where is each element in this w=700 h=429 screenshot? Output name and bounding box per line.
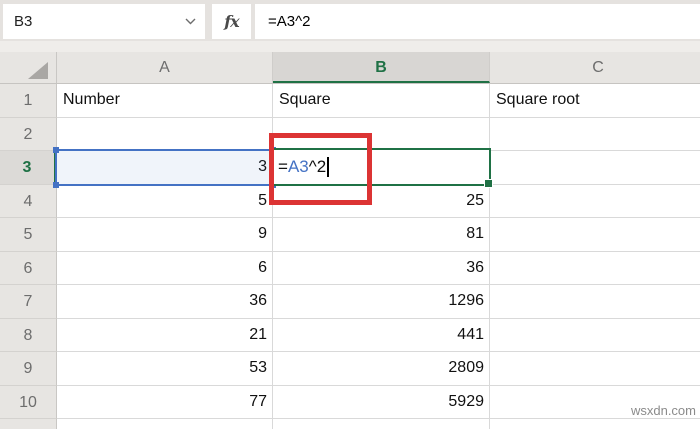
insert-function-button[interactable]: fx (212, 4, 251, 39)
row-header-6[interactable]: 6 (0, 252, 57, 286)
table-row: 5981 (0, 218, 700, 252)
cell-b5[interactable]: 81 (273, 218, 490, 252)
annotation-red-box (269, 133, 372, 205)
table-row: 9532809 (0, 352, 700, 386)
name-box-value: B3 (3, 13, 32, 30)
cell-a10[interactable]: 77 (57, 386, 273, 420)
cell-a11[interactable] (57, 419, 273, 429)
cell-c2[interactable] (490, 118, 700, 152)
column-header-a[interactable]: A (57, 52, 273, 83)
cell-c3[interactable] (490, 151, 700, 185)
watermark: wsxdn.com (631, 403, 696, 418)
cell-a5[interactable]: 9 (57, 218, 273, 252)
name-box[interactable]: B3 (3, 4, 205, 39)
table-row: 6636 (0, 252, 700, 286)
cell-c5[interactable] (490, 218, 700, 252)
table-row: 1NumberSquareSquare root (0, 84, 700, 118)
cell-a4[interactable]: 5 (57, 185, 273, 219)
table-row: 10775929 (0, 386, 700, 420)
cell-c7[interactable] (490, 285, 700, 319)
column-header-b-selected[interactable]: B (273, 52, 490, 83)
toolbar-grid-divider (0, 41, 700, 52)
cell-c8[interactable] (490, 319, 700, 353)
reference-handle-icon[interactable] (53, 147, 59, 153)
cell-b9[interactable]: 2809 (273, 352, 490, 386)
row-header-10[interactable]: 10 (0, 386, 57, 420)
cell-b11[interactable] (273, 419, 490, 429)
cell-c6[interactable] (490, 252, 700, 286)
cell-a6[interactable]: 6 (57, 252, 273, 286)
cell-a7[interactable]: 36 (57, 285, 273, 319)
excel-window: B3 fx =A3^2 A B C 1NumberSquareSquare ro… (0, 0, 700, 429)
row-header-2[interactable]: 2 (0, 118, 57, 152)
row-header-1[interactable]: 1 (0, 84, 57, 118)
row-header-4[interactable]: 4 (0, 185, 57, 219)
table-row: 7361296 (0, 285, 700, 319)
table-row: 821441 (0, 319, 700, 353)
row-header-11[interactable]: 11 (0, 419, 57, 429)
chevron-down-icon[interactable] (185, 18, 196, 25)
cell-c4[interactable] (490, 185, 700, 219)
reference-handle-icon[interactable] (53, 182, 59, 188)
reference-highlight-a3 (55, 149, 274, 186)
select-all-corner[interactable] (0, 52, 57, 83)
cell-a1[interactable]: Number (57, 84, 273, 118)
formula-bar-region: B3 fx =A3^2 (0, 0, 700, 41)
cell-a9[interactable]: 53 (57, 352, 273, 386)
cell-c11[interactable] (490, 419, 700, 429)
row-header-3[interactable]: 3 (0, 151, 57, 185)
formula-bar-text: =A3^2 (255, 13, 311, 30)
row-header-8[interactable]: 8 (0, 319, 57, 353)
select-all-triangle-icon (28, 62, 48, 79)
cell-a8[interactable]: 21 (57, 319, 273, 353)
cell-c1[interactable]: Square root (490, 84, 700, 118)
fill-handle[interactable] (484, 179, 493, 188)
formula-bar-input[interactable]: =A3^2 (255, 4, 700, 39)
column-header-row: A B C (0, 52, 700, 84)
row-header-9[interactable]: 9 (0, 352, 57, 386)
fx-icon: fx (224, 12, 238, 31)
table-row: 11 (0, 419, 700, 429)
column-header-c[interactable]: C (490, 52, 700, 83)
cell-a2[interactable] (57, 118, 273, 152)
row-header-5[interactable]: 5 (0, 218, 57, 252)
cell-c9[interactable] (490, 352, 700, 386)
cell-b10[interactable]: 5929 (273, 386, 490, 420)
cell-b8[interactable]: 441 (273, 319, 490, 353)
cell-b7[interactable]: 1296 (273, 285, 490, 319)
cell-b1[interactable]: Square (273, 84, 490, 118)
row-header-7[interactable]: 7 (0, 285, 57, 319)
cell-b6[interactable]: 36 (273, 252, 490, 286)
